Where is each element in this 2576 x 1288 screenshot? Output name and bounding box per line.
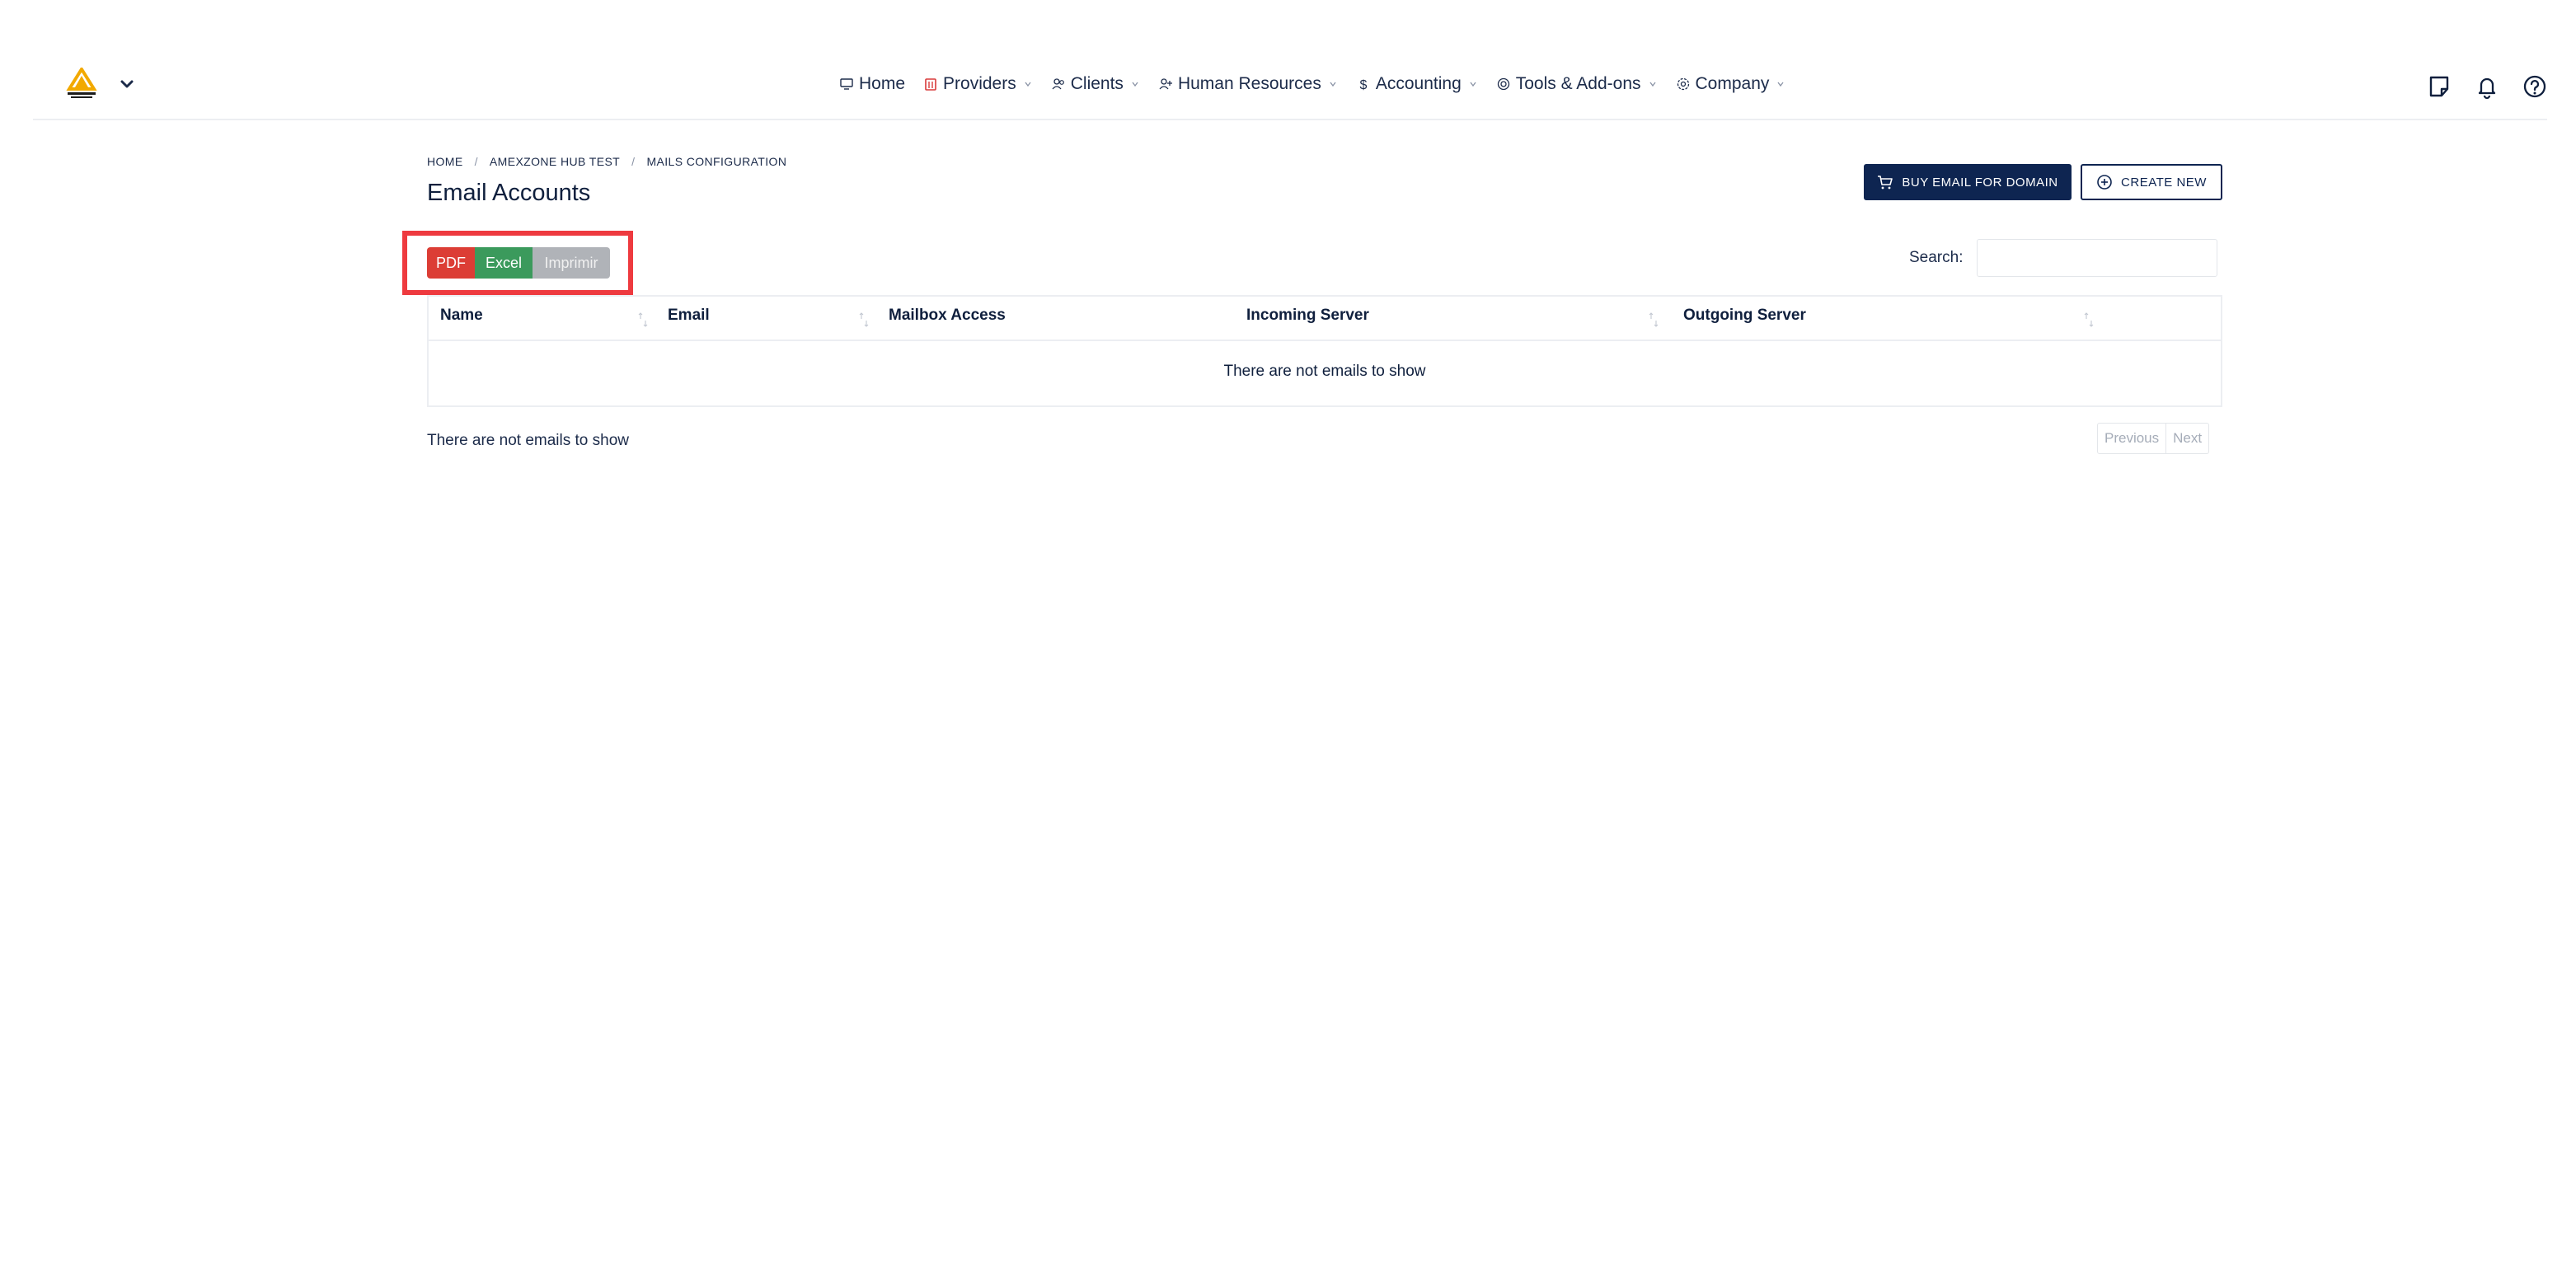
help-icon[interactable] <box>2522 74 2547 99</box>
column-header-email[interactable]: Email <box>668 307 710 325</box>
table-empty-message: There are not emails to show <box>1223 363 1426 380</box>
nav-item-clients[interactable]: Clients <box>1051 74 1140 94</box>
chevron-down-icon <box>1649 82 1656 87</box>
create-new-button[interactable]: CREATE NEW <box>2081 164 2222 200</box>
column-header-name[interactable]: Name <box>440 307 483 325</box>
nav-item-company[interactable]: Company <box>1676 74 1786 94</box>
nav-item-label: Company <box>1695 74 1770 93</box>
chevron-down-icon <box>1132 82 1138 87</box>
nav-item-label: Human Resources <box>1177 74 1321 93</box>
nav-item-tools[interactable]: Tools & Add-ons <box>1496 74 1658 94</box>
nav-item-label: Tools & Add-ons <box>1515 74 1641 93</box>
breadcrumb-current[interactable]: MAILS CONFIGURATION <box>646 155 786 168</box>
chevron-down-icon <box>1777 82 1784 87</box>
sort-icon[interactable] <box>638 311 648 328</box>
svg-text:$: $ <box>1359 78 1367 91</box>
search-label: Search: <box>1909 249 1964 266</box>
bell-icon[interactable] <box>2475 74 2499 99</box>
table-info: There are not emails to show <box>427 432 630 449</box>
next-page-button[interactable]: Next <box>2166 423 2210 454</box>
pdf-button[interactable]: PDF <box>427 247 475 279</box>
chevron-down-icon <box>1470 82 1476 87</box>
users-icon <box>1052 78 1064 90</box>
note-icon[interactable] <box>2427 74 2452 99</box>
nav-item-providers[interactable]: Providers <box>923 74 1033 94</box>
breadcrumb-company[interactable]: AMEXZONE HUB TEST <box>490 155 620 168</box>
pagination: Previous Next <box>2097 423 2210 454</box>
chevron-down-icon[interactable] <box>119 76 135 92</box>
sort-icon[interactable] <box>1649 311 1659 328</box>
table-header: Name Email Mailbox Access Incoming Serve… <box>429 297 2221 341</box>
export-buttons: PDF Excel Imprimir <box>427 247 610 279</box>
chevron-down-icon <box>1330 82 1336 87</box>
monitor-icon <box>840 78 853 90</box>
brand <box>63 68 135 101</box>
breadcrumb-home[interactable]: HOME <box>427 155 463 168</box>
cart-icon <box>1878 176 1893 190</box>
sort-icon[interactable] <box>859 311 869 328</box>
main-menu: Home Providers Clients Human Resources $… <box>839 74 1785 94</box>
nav-item-label: Accounting <box>1375 74 1462 93</box>
email-accounts-table: Name Email Mailbox Access Incoming Serve… <box>427 295 2222 407</box>
column-header-outgoing-server[interactable]: Outgoing Server <box>1683 307 1806 325</box>
column-header-incoming-server[interactable]: Incoming Server <box>1246 307 1369 325</box>
header-actions <box>2427 74 2547 99</box>
page-title: Email Accounts <box>427 180 591 206</box>
previous-page-button[interactable]: Previous <box>2097 423 2167 454</box>
create-new-label: CREATE NEW <box>2121 175 2207 190</box>
excel-button[interactable]: Excel <box>475 247 533 279</box>
buy-email-label: BUY EMAIL FOR DOMAIN <box>1902 175 2058 190</box>
nav-item-human-resources[interactable]: Human Resources <box>1158 74 1338 94</box>
sort-icon[interactable] <box>2084 311 2094 328</box>
search-input[interactable] <box>1977 239 2217 277</box>
nav-item-label: Home <box>859 74 906 93</box>
buy-email-button[interactable]: BUY EMAIL FOR DOMAIN <box>1864 164 2072 200</box>
dollar-icon: $ <box>1359 78 1367 91</box>
gear-icon <box>1677 77 1689 91</box>
building-icon <box>925 78 936 91</box>
nav-item-label: Providers <box>943 74 1016 93</box>
breadcrumb-separator: / <box>631 155 636 168</box>
column-header-mailbox-access[interactable]: Mailbox Access <box>889 307 1006 325</box>
print-button[interactable]: Imprimir <box>533 247 610 279</box>
circle-icon <box>1497 77 1509 91</box>
nav-item-label: Clients <box>1070 74 1124 93</box>
nav-item-home[interactable]: Home <box>839 74 905 94</box>
breadcrumb-separator: / <box>474 155 478 168</box>
nav-item-accounting[interactable]: $ Accounting <box>1356 74 1478 94</box>
chevron-down-icon <box>1025 82 1031 87</box>
plus-circle-icon <box>2097 175 2112 190</box>
breadcrumb: HOME / AMEXZONE HUB TEST / MAILS CONFIGU… <box>427 155 786 168</box>
company-logo[interactable] <box>63 68 101 101</box>
top-navbar: Home Providers Clients Human Resources $… <box>33 58 2547 120</box>
user-plus-icon <box>1159 78 1172 90</box>
